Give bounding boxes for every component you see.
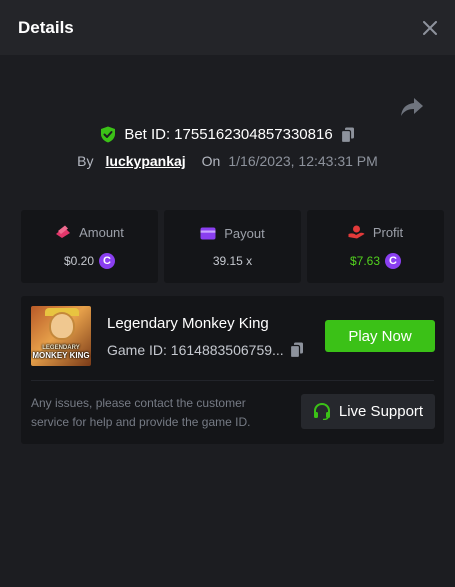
copy-icon <box>289 342 303 358</box>
details-header: Details <box>0 0 455 55</box>
amount-stat: Amount $0.20 C <box>21 210 158 283</box>
profit-value: $7.63 <box>349 253 381 268</box>
wallet-icon <box>200 227 216 239</box>
game-id-value: Game ID: 1614883506759... <box>107 342 284 358</box>
profit-stat: Profit $7.63 C <box>307 210 444 283</box>
copy-bet-id-button[interactable] <box>340 127 355 143</box>
hand-coin-icon <box>348 225 365 239</box>
share-button[interactable] <box>400 96 426 120</box>
by-label: By <box>77 153 94 169</box>
payout-label: Payout <box>224 225 265 241</box>
chips-icon <box>56 225 71 238</box>
currency-coin-icon: C <box>99 252 116 269</box>
bet-id-value: 1755162304857330816 <box>174 126 333 143</box>
bet-stats: Amount $0.20 C Payout 39.15 x Profit $7.… <box>21 210 444 283</box>
share-icon <box>401 98 423 116</box>
game-name[interactable]: Legendary Monkey King <box>107 315 269 332</box>
close-button[interactable] <box>419 17 441 39</box>
bet-date: 1/16/2023, 12:43:31 PM <box>228 153 378 169</box>
support-help-text: Any issues, please contact the customer … <box>31 396 251 429</box>
payout-stat: Payout 39.15 x <box>164 210 301 283</box>
bet-id-row: Bet ID: 1755162304857330816 <box>0 126 455 143</box>
amount-value: $0.20 <box>63 253 95 268</box>
game-thumbnail[interactable]: LEGENDARY MONKEY KING <box>31 306 91 366</box>
currency-coin-icon: C <box>385 252 402 269</box>
divider <box>31 380 434 381</box>
live-support-label: Live Support <box>338 403 424 420</box>
profit-label: Profit <box>372 224 404 240</box>
amount-label: Amount <box>79 224 124 240</box>
page-title: Details <box>18 17 74 37</box>
headset-icon <box>313 403 330 420</box>
bet-meta-row: By luckypankaj On 1/16/2023, 12:43:31 PM <box>0 153 455 169</box>
payout-value: 39.15 x <box>212 253 253 268</box>
close-icon <box>423 20 437 35</box>
game-id-row: Game ID: 1614883506759... <box>107 342 304 358</box>
thumbnail-caption: LEGENDARY MONKEY KING <box>32 345 90 360</box>
game-card: LEGENDARY MONKEY KING Legendary Monkey K… <box>21 296 444 444</box>
username-link[interactable]: luckypankaj <box>106 153 186 169</box>
live-support-button[interactable]: Live Support <box>301 394 435 429</box>
bet-id-label: Bet ID: <box>124 126 171 143</box>
copy-game-id-button[interactable] <box>289 342 304 358</box>
shield-check-icon <box>101 126 116 143</box>
on-label: On <box>201 153 221 169</box>
copy-icon <box>340 127 354 143</box>
play-now-button[interactable]: Play Now <box>325 320 435 352</box>
